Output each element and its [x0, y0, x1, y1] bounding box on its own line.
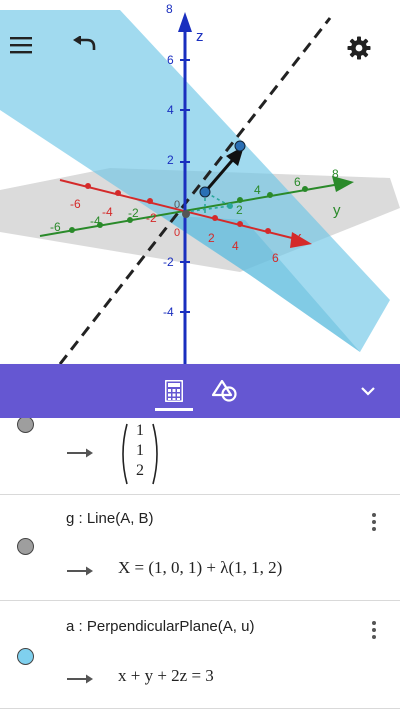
- vector-component: 2: [136, 462, 144, 479]
- algebra-row-plane-a[interactable]: a : PerpendicularPlane(A, u) x + y + 2z …: [0, 600, 400, 709]
- hamburger-icon: [10, 37, 32, 54]
- status-bar: 08:34: [0, 0, 400, 30]
- shapes-icon: [212, 380, 237, 402]
- origin-label: 0: [174, 199, 180, 211]
- y-tick-label: -4: [90, 214, 101, 228]
- settings-button[interactable]: [347, 36, 391, 80]
- y-tick-label: 4: [254, 183, 261, 197]
- calculator-icon: [165, 380, 183, 402]
- dot: [372, 628, 376, 632]
- tab-tools[interactable]: [205, 372, 245, 410]
- point-a[interactable]: [199, 186, 211, 198]
- line-g-value: X = (1, 0, 1) + λ(1, 1, 2): [118, 558, 283, 577]
- status-time: 08:34: [347, 6, 388, 22]
- x-tick-label: -4: [102, 205, 113, 219]
- vector-output: 1 1 2: [118, 422, 162, 486]
- dot: [372, 527, 376, 531]
- algebra-row-vector-u[interactable]: 1 1 2: [0, 418, 400, 495]
- undo-button[interactable]: [72, 36, 116, 80]
- y-axis-label: y: [333, 202, 341, 219]
- z-tick-label: 2: [167, 153, 174, 167]
- tab-algebra[interactable]: [154, 372, 194, 410]
- x-tick-label: -6: [70, 197, 81, 211]
- dot: [372, 635, 376, 639]
- chevron-down-icon: [361, 387, 375, 396]
- origin-label: 0: [174, 227, 180, 239]
- point-b[interactable]: [234, 140, 246, 152]
- z-tick-label: -4: [163, 305, 174, 319]
- plane-a-value: x + y + 2z = 3: [118, 666, 214, 685]
- more-options-button[interactable]: [364, 618, 384, 642]
- z-tick-label: -2: [163, 255, 174, 269]
- origin-point: [182, 210, 190, 218]
- active-tab-indicator: [155, 408, 193, 411]
- x-tick-label: 2: [208, 231, 215, 245]
- output-arrow-icon: [67, 448, 93, 458]
- output-arrow-icon: [67, 566, 93, 576]
- projection-point: [227, 203, 233, 209]
- output-arrow-icon: [67, 674, 93, 684]
- visibility-toggle[interactable]: [17, 538, 34, 555]
- algebra-row-line-g[interactable]: g : Line(A, B) X = (1, 0, 1) + λ(1, 1, 2…: [0, 494, 400, 601]
- visibility-toggle[interactable]: [17, 418, 34, 433]
- y-tick-label: -2: [128, 206, 139, 220]
- x-axis-label: x: [294, 229, 302, 246]
- dot: [372, 520, 376, 524]
- x-tick-label: -2: [146, 211, 157, 225]
- graphics-view[interactable]: z y x 8 6 4 2 -2 -4 -6 -4 -2 2 4 6 8 -6 …: [0, 0, 400, 364]
- gear-icon: [347, 36, 371, 60]
- z-tick-label: 4: [167, 103, 174, 117]
- view-toolbar: [0, 364, 400, 418]
- visibility-toggle[interactable]: [17, 648, 34, 665]
- battery-icon: [336, 6, 347, 22]
- 3d-scene: z y x 8 6 4 2 -2 -4 -6 -4 -2 2 4 6 8 -6 …: [0, 2, 400, 364]
- z-axis-label: z: [196, 28, 204, 45]
- collapse-button[interactable]: [348, 372, 388, 410]
- z-tick-label: 6: [167, 53, 174, 67]
- y-tick-label: 2: [236, 203, 243, 217]
- line-g-definition[interactable]: g : Line(A, B): [66, 510, 154, 527]
- more-options-button[interactable]: [364, 510, 384, 534]
- dot: [372, 513, 376, 517]
- y-tick-label: -6: [50, 220, 61, 234]
- plane-a-definition[interactable]: a : PerpendicularPlane(A, u): [66, 618, 254, 635]
- y-tick-label: 6: [294, 175, 301, 189]
- x-tick-label: 4: [232, 239, 239, 253]
- dot: [372, 621, 376, 625]
- algebra-view[interactable]: 1 1 2 g : Line(A, B) X = (1, 0, 1) + λ(1…: [0, 418, 400, 711]
- undo-icon: [73, 36, 96, 50]
- vector-component: 1: [136, 442, 144, 459]
- x-tick-label: 6: [272, 251, 279, 265]
- vector-component: 1: [136, 422, 144, 439]
- y-tick-label: 8: [332, 167, 339, 181]
- menu-button[interactable]: [10, 36, 54, 80]
